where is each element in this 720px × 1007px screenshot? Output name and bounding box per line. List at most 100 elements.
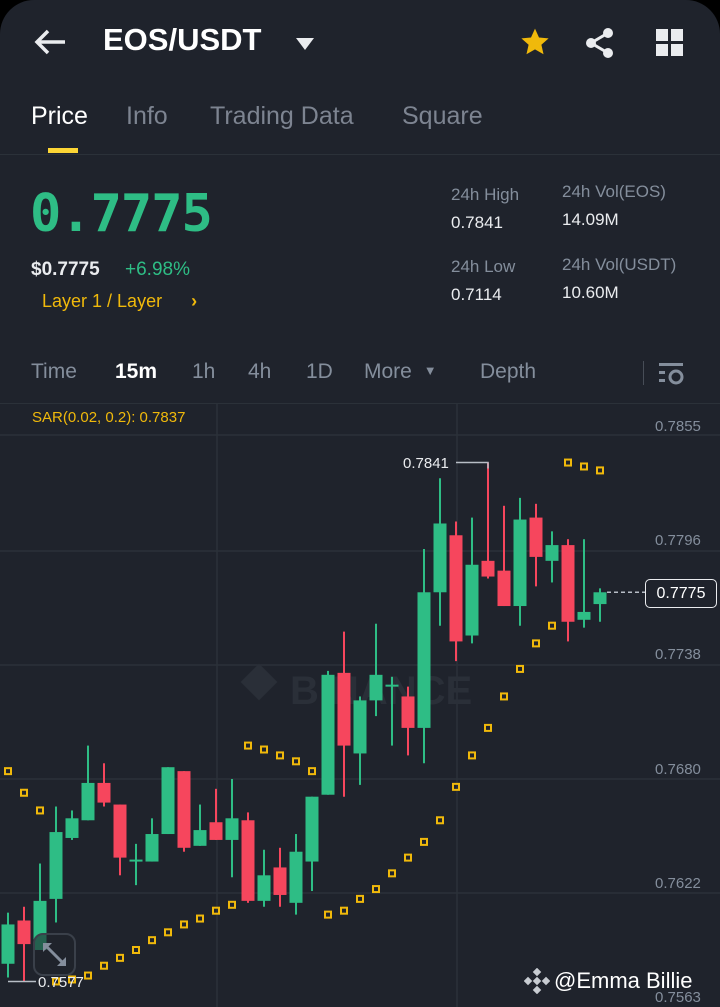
sar-dot <box>500 692 508 701</box>
sar-dot <box>452 782 460 791</box>
sar-dot <box>420 837 428 846</box>
sar-indicator-label: SAR(0.02, 0.2): 0.7837 <box>32 409 186 426</box>
candle-up <box>593 592 607 605</box>
candle-up <box>465 564 479 636</box>
fullscreen-button[interactable] <box>33 933 76 976</box>
candle-down <box>209 822 223 840</box>
timeframe-time[interactable]: Time <box>31 360 77 384</box>
tab-price[interactable]: Price <box>31 102 88 131</box>
tab-info[interactable]: Info <box>126 102 168 131</box>
candle-up <box>417 592 431 728</box>
sar-dot <box>84 971 92 980</box>
more-label: More <box>364 360 412 383</box>
sar-dot <box>180 920 188 929</box>
timeframe-15m[interactable]: 15m <box>115 360 157 384</box>
vol-quote-value: 10.60M <box>562 283 619 302</box>
candle-up <box>305 796 319 862</box>
y-tick: 0.7680 <box>655 761 701 778</box>
y-tick: 0.7796 <box>655 532 701 549</box>
current-price-tag: 0.7775 <box>645 579 717 608</box>
sar-dot <box>468 751 476 760</box>
high-value: 0.7841 <box>451 213 503 232</box>
divider <box>0 154 720 155</box>
candle-down <box>113 804 127 858</box>
app-screen: EOS/USDT Price Info Trading Data Square … <box>0 0 720 1007</box>
candle-up <box>321 674 335 795</box>
low-value: 0.7114 <box>451 285 502 304</box>
y-tick: 0.7855 <box>655 418 701 435</box>
credit-text: @Emma Billie <box>554 968 693 993</box>
candle-down <box>529 517 543 557</box>
sar-dot <box>516 664 524 673</box>
price-change: +6.98% <box>125 259 190 280</box>
sar-dot <box>404 853 412 862</box>
pair-title[interactable]: EOS/USDT <box>103 22 261 58</box>
sar-dot <box>436 816 444 825</box>
candle-down <box>481 560 495 577</box>
candle-up <box>145 834 159 862</box>
depth-tab[interactable]: Depth <box>480 360 536 384</box>
expand-icon <box>43 943 66 966</box>
tab-square[interactable]: Square <box>402 102 483 131</box>
timeframe-1d[interactable]: 1D <box>306 360 333 384</box>
candle-down <box>97 782 111 803</box>
sar-dot <box>276 751 284 760</box>
category-link[interactable]: Layer 1 / Layer › <box>42 291 197 312</box>
timeframe-1h[interactable]: 1h <box>192 360 215 384</box>
timeframe-4h[interactable]: 4h <box>248 360 271 384</box>
candle-down <box>273 867 287 895</box>
candle-up <box>513 519 527 607</box>
sar-dot <box>308 767 316 776</box>
sar-dot <box>212 906 220 915</box>
max-price-label: 0.7841 <box>403 455 449 472</box>
candle-down <box>449 535 463 642</box>
share-icon[interactable] <box>584 27 616 63</box>
vol-base-value: 14.09M <box>562 210 619 229</box>
sar-dot <box>484 723 492 732</box>
sar-dot <box>36 806 44 815</box>
candle-down <box>241 820 255 901</box>
candle-up <box>129 859 143 862</box>
credit-watermark: @Emma Billie <box>524 968 692 994</box>
vol-base-label: 24h Vol(EOS) <box>562 182 666 201</box>
candle-up <box>577 611 591 620</box>
sar-dot <box>340 906 348 915</box>
sar-dot <box>116 953 124 962</box>
sar-dot <box>244 741 252 750</box>
candle-up <box>433 523 447 593</box>
sar-dot <box>596 466 604 475</box>
sar-dot <box>548 621 556 630</box>
sar-dot <box>20 788 28 797</box>
candlestick-chart[interactable]: BINANCE <box>0 404 720 1007</box>
sar-dot <box>164 928 172 937</box>
candle-down <box>177 771 191 848</box>
sar-dot <box>132 945 140 954</box>
caret-down-icon: ▼ <box>423 363 437 378</box>
caret-down-icon[interactable] <box>295 36 315 55</box>
timeframe-more[interactable]: More ▼ <box>364 360 437 384</box>
candle-down <box>561 545 575 622</box>
tab-trading-data[interactable]: Trading Data <box>210 102 354 131</box>
chevron-right-icon: › <box>191 291 198 311</box>
back-arrow-icon[interactable] <box>33 28 67 56</box>
grid-icon[interactable] <box>656 29 684 61</box>
active-tab-indicator <box>48 148 78 153</box>
candle-up <box>289 851 303 903</box>
sar-dot <box>532 639 540 648</box>
usd-price: $0.7775 <box>31 259 100 280</box>
sar-dot <box>324 910 332 919</box>
chart-settings-icon[interactable] <box>659 362 685 390</box>
sar-dot <box>372 885 380 894</box>
candle-down <box>337 672 351 746</box>
candle-up <box>257 875 271 901</box>
candle-up <box>65 818 79 838</box>
sar-dot <box>228 900 236 909</box>
candle-up <box>225 818 239 840</box>
candle-down <box>401 696 415 728</box>
category-label: Layer 1 / Layer <box>42 291 163 311</box>
sar-dot <box>148 936 156 945</box>
y-tick: 0.7622 <box>655 875 701 892</box>
sar-dot <box>100 961 108 970</box>
high-label: 24h High <box>451 185 520 204</box>
star-icon[interactable] <box>518 26 552 62</box>
